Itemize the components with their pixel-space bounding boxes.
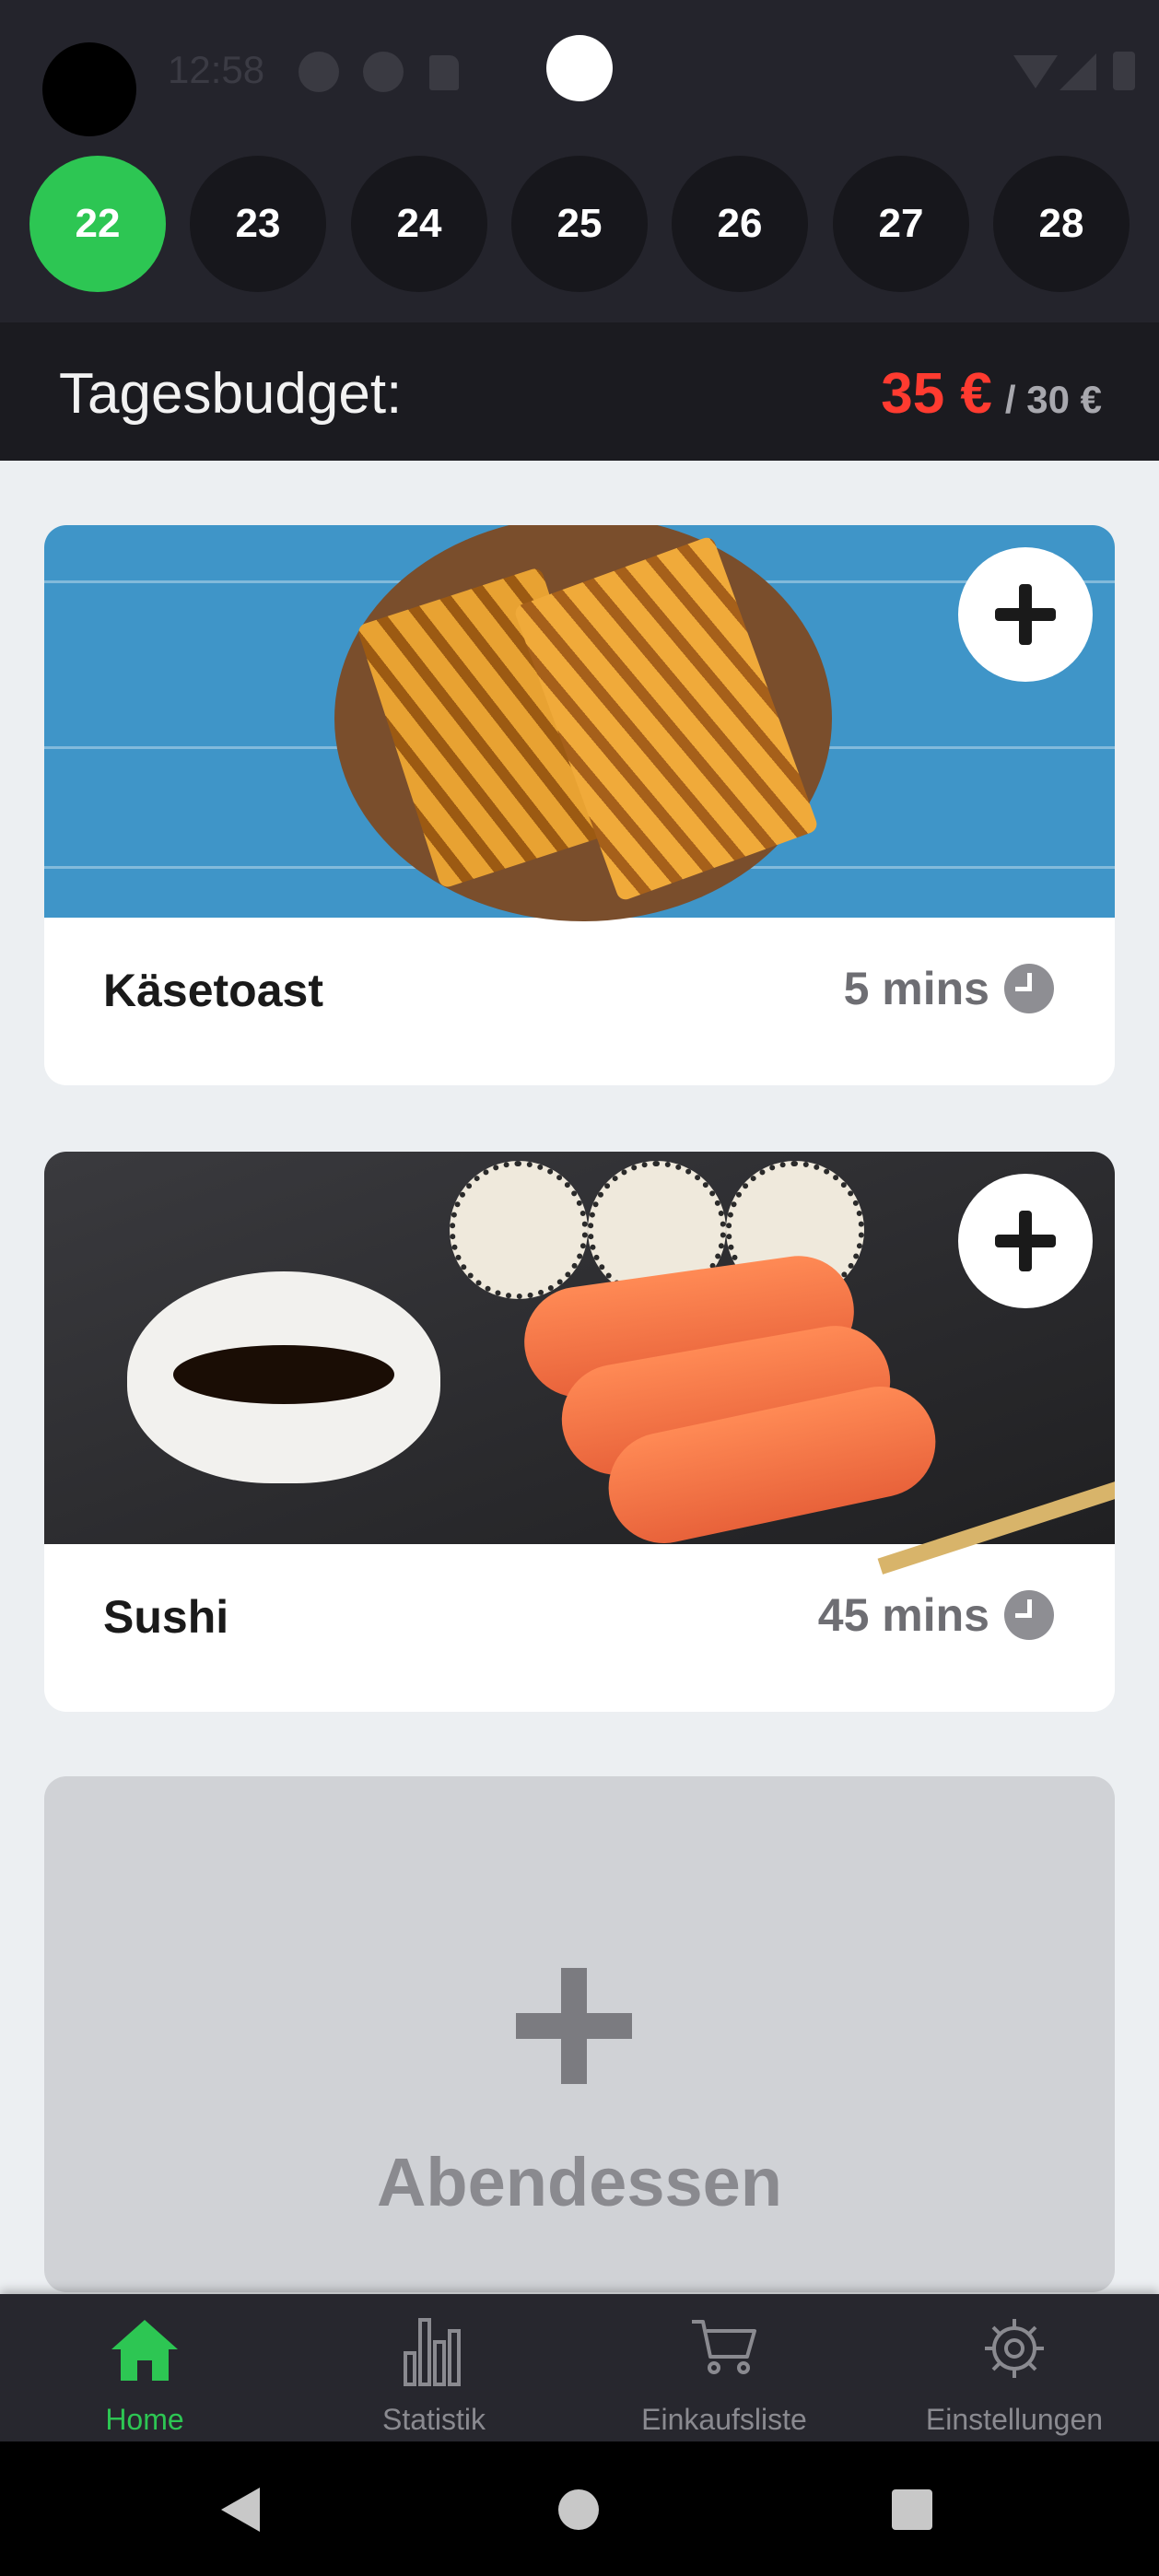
day-selector: 22 23 24 25 26 27 28	[0, 152, 1159, 322]
signal-icon	[1059, 53, 1096, 90]
day-button-28[interactable]: 28	[993, 156, 1130, 292]
day-button-26[interactable]: 26	[672, 156, 808, 292]
meal-photo	[44, 525, 1115, 921]
meal-name: Sushi	[103, 1591, 229, 1643]
nav-einkaufsliste[interactable]: Einkaufsliste	[580, 2294, 869, 2441]
clock-icon	[1004, 1590, 1054, 1640]
home-circle-icon[interactable]	[558, 2489, 599, 2530]
nav-home[interactable]: Home	[0, 2294, 289, 2441]
budget-total: / 30 €	[1004, 378, 1102, 421]
nav-einstellungen[interactable]: Einstellungen	[870, 2294, 1159, 2441]
budget-spent: 35 €	[881, 362, 992, 426]
nav-label-statistik: Statistik	[381, 2403, 486, 2436]
status-time: 12:58	[168, 48, 265, 91]
system-navigation-bar	[0, 2441, 1159, 2576]
status-bar: 12:58	[0, 0, 1159, 152]
notification-icon	[363, 52, 404, 92]
meal-name: Käsetoast	[103, 965, 323, 1016]
day-button-27[interactable]: 27	[833, 156, 969, 292]
nav-label-einstellungen: Einstellungen	[925, 2403, 1104, 2436]
plus-icon	[995, 584, 1056, 645]
day-button-24[interactable]: 24	[351, 156, 487, 292]
plus-icon	[516, 1968, 632, 2084]
cart-icon	[692, 2320, 756, 2374]
day-button-25[interactable]: 25	[511, 156, 648, 292]
day-button-22[interactable]: 22	[29, 156, 166, 292]
day-button-23[interactable]: 23	[190, 156, 326, 292]
meal-photo	[44, 1152, 1115, 1575]
add-dinner-label: Abendessen	[376, 2144, 783, 2220]
add-meal-button[interactable]	[958, 547, 1093, 682]
meal-duration-text: 45 mins	[817, 1589, 989, 1641]
nav-label-home: Home	[105, 2403, 184, 2436]
meal-duration: 45 mins	[818, 1588, 1054, 1642]
nav-label-einkaufsliste: Einkaufsliste	[641, 2403, 807, 2436]
wifi-icon	[1013, 55, 1058, 88]
add-meal-button[interactable]	[958, 1174, 1093, 1308]
recent-apps-icon[interactable]	[892, 2489, 932, 2530]
back-icon[interactable]	[221, 2488, 260, 2532]
home-icon	[111, 2320, 178, 2381]
budget-bar: Tagesbudget: 35 € / 30 €	[0, 322, 1159, 461]
nav-statistik[interactable]: Statistik	[289, 2294, 579, 2441]
clock-icon	[1004, 964, 1054, 1013]
meal-duration: 5 mins	[844, 962, 1054, 1015]
budget-label: Tagesbudget:	[59, 362, 403, 426]
sd-card-icon	[429, 55, 459, 90]
camera-cutout	[42, 42, 136, 136]
bar-chart-icon	[404, 2318, 461, 2386]
meal-card[interactable]: Sushi 45 mins	[44, 1152, 1115, 1712]
bottom-navigation: Home Statistik Einkaufsliste Einstellung…	[0, 2294, 1159, 2441]
notification-icon	[299, 52, 339, 92]
battery-icon	[1113, 52, 1135, 90]
budget-value: 35 € / 30 €	[881, 361, 1102, 427]
meal-duration-text: 5 mins	[843, 963, 989, 1014]
meal-card[interactable]: Käsetoast 5 mins	[44, 525, 1115, 1085]
gear-icon	[985, 2319, 1044, 2378]
plus-icon	[995, 1211, 1056, 1271]
front-camera	[546, 35, 613, 101]
